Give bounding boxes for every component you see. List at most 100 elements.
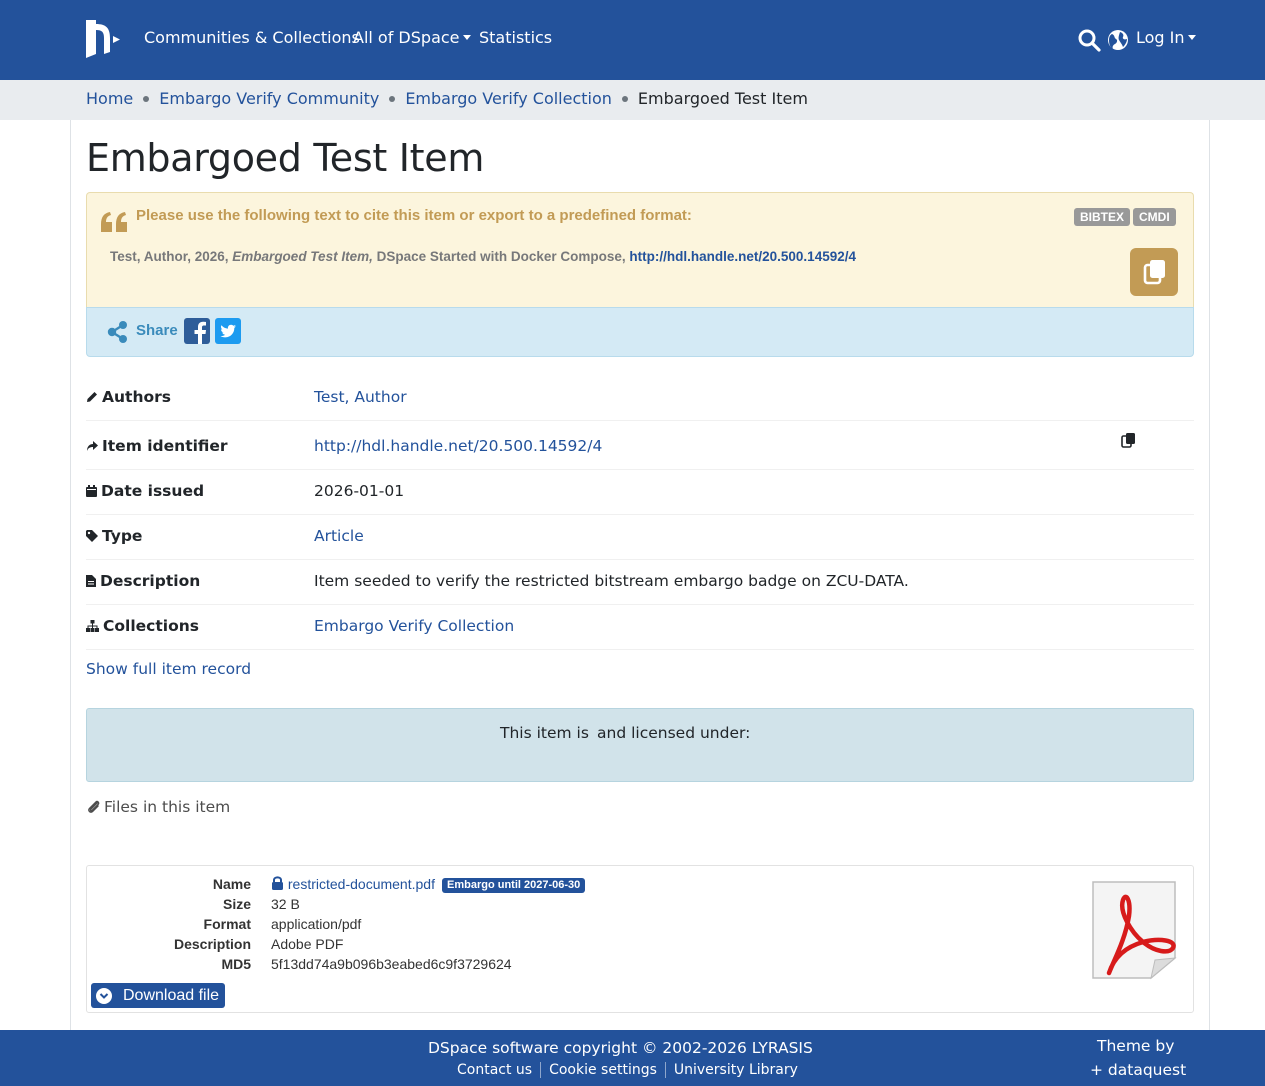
metadata-row-identifier: Item identifier http://hdl.handle.net/20… bbox=[86, 425, 1194, 470]
search-icon[interactable] bbox=[1077, 28, 1101, 52]
show-full-record-link[interactable]: Show full item record bbox=[86, 660, 251, 678]
share-bar bbox=[86, 307, 1194, 357]
pdf-file-icon[interactable] bbox=[1089, 878, 1179, 982]
metadata-key: Date issued bbox=[86, 482, 204, 500]
metadata-key-label: Authors bbox=[102, 388, 171, 406]
share-icon[interactable] bbox=[106, 320, 130, 344]
copy-citation-button[interactable] bbox=[1130, 248, 1178, 296]
breadcrumb-separator bbox=[143, 95, 150, 102]
footer-links: Contact us Cookie settings University Li… bbox=[457, 1062, 798, 1078]
file-description-value: Adobe PDF bbox=[271, 936, 344, 952]
copy-icon bbox=[1143, 260, 1165, 285]
description-value: Item seeded to verify the restricted bit… bbox=[314, 572, 909, 590]
download-file-button[interactable]: Download file bbox=[91, 983, 226, 1008]
citation-middle: DSpace Started with Docker Compose, bbox=[372, 249, 630, 264]
citation-title: Embargoed Test Item, bbox=[232, 249, 373, 264]
footer-contact-link[interactable]: Contact us bbox=[457, 1062, 532, 1078]
calendar-icon bbox=[86, 485, 97, 497]
theme-by-text: Theme by bbox=[1097, 1037, 1175, 1055]
date-issued-value: 2026-01-01 bbox=[314, 482, 405, 500]
metadata-key: Type bbox=[86, 527, 142, 545]
nav-communities-collections[interactable]: Communities & Collections bbox=[144, 28, 360, 52]
license-box bbox=[86, 708, 1194, 782]
metadata-key-label: Type bbox=[102, 527, 143, 545]
breadcrumb-collection[interactable]: Embargo Verify Collection bbox=[405, 89, 612, 108]
login-label: Log In bbox=[1136, 28, 1185, 47]
metadata-key: Description bbox=[86, 572, 200, 590]
file-md5-label: MD5 bbox=[221, 956, 251, 972]
author-link[interactable]: Test, Author bbox=[314, 388, 407, 406]
file-size-value: 32 B bbox=[271, 896, 300, 912]
footer-copyright: DSpace software copyright © 2002-2026 LY… bbox=[428, 1039, 813, 1057]
metadata-row-collections: Collections Embargo Verify Collection bbox=[86, 605, 1194, 650]
globe-icon[interactable] bbox=[1106, 28, 1130, 52]
file-icon bbox=[86, 575, 96, 587]
metadata-key-label: Description bbox=[100, 572, 201, 590]
cmdi-export-button[interactable]: CMDI bbox=[1133, 208, 1176, 226]
nav-all-of-dspace[interactable]: All of DSpace bbox=[353, 28, 471, 52]
nav-statistics[interactable]: Statistics bbox=[479, 28, 552, 52]
license-text-part2: and licensed under: bbox=[597, 724, 751, 742]
footer-cookie-settings-link[interactable]: Cookie settings bbox=[549, 1062, 657, 1078]
files-heading: Files in this item bbox=[86, 798, 230, 816]
citation-prefix: Test, Author, 2026, bbox=[110, 249, 233, 264]
license-text-part1: This item is bbox=[500, 724, 589, 742]
citation-handle-link[interactable]: http://hdl.handle.net/20.500.14592/4 bbox=[629, 249, 856, 264]
footer-divider bbox=[540, 1062, 542, 1078]
breadcrumb-separator bbox=[389, 95, 396, 102]
item-identifier-link[interactable]: http://hdl.handle.net/20.500.14592/4 bbox=[314, 437, 602, 455]
chevron-down-icon bbox=[1187, 35, 1196, 40]
metadata-key: Collections bbox=[86, 617, 199, 635]
copy-identifier-icon[interactable] bbox=[1120, 431, 1138, 449]
file-name-label: Name bbox=[212, 876, 251, 892]
metadata-row-authors: Authors Test, Author bbox=[86, 376, 1194, 421]
type-link[interactable]: Article bbox=[314, 527, 364, 545]
breadcrumb-community[interactable]: Embargo Verify Community bbox=[159, 89, 379, 108]
collection-link[interactable]: Embargo Verify Collection bbox=[314, 617, 514, 635]
share-arrow-icon bbox=[87, 441, 98, 451]
metadata-row-description: Description Item seeded to verify the re… bbox=[86, 560, 1194, 605]
file-md5-value: 5f13dd74a9b096b3eabed6c9f3729624 bbox=[271, 956, 512, 972]
chevron-down-circle-icon bbox=[96, 987, 112, 1004]
file-format-label: Format bbox=[203, 916, 251, 932]
metadata-key-label: Item identifier bbox=[102, 437, 228, 455]
chevron-down-icon bbox=[462, 35, 471, 40]
dspace-logo-icon[interactable] bbox=[84, 18, 124, 60]
citation-text: Test, Author, 2026, Embargoed Test Item,… bbox=[110, 249, 856, 264]
tag-icon bbox=[86, 530, 98, 542]
file-name-link[interactable]: restricted-document.pdf bbox=[288, 876, 435, 892]
file-format-value: application/pdf bbox=[271, 916, 362, 932]
breadcrumb-current: Embargoed Test Item bbox=[637, 89, 808, 108]
files-heading-label: Files in this item bbox=[104, 798, 231, 816]
nav-all-of-dspace-label: All of DSpace bbox=[353, 28, 460, 47]
metadata-key: Authors bbox=[86, 388, 171, 406]
share-label[interactable]: Share bbox=[136, 322, 178, 339]
metadata-row-type: Type Article bbox=[86, 515, 1194, 560]
breadcrumb-separator bbox=[621, 95, 628, 102]
file-card bbox=[86, 865, 1194, 1013]
footer-university-library-link[interactable]: University Library bbox=[674, 1062, 798, 1078]
facebook-icon[interactable] bbox=[184, 318, 210, 344]
file-size-label: Size bbox=[222, 896, 251, 912]
sitemap-icon bbox=[86, 620, 99, 632]
embargo-badge: Embargo until 2027-06-30 bbox=[442, 878, 586, 893]
file-name-value: restricted-document.pdf bbox=[271, 876, 435, 892]
metadata-key-label: Collections bbox=[103, 617, 199, 635]
file-description-label: Description bbox=[173, 936, 251, 952]
quote-icon bbox=[101, 212, 127, 232]
metadata-key-label: Date issued bbox=[101, 482, 205, 500]
paperclip-icon bbox=[88, 800, 100, 813]
bibtex-export-button[interactable]: BIBTEX bbox=[1074, 208, 1131, 226]
footer-divider bbox=[664, 1062, 666, 1078]
breadcrumb-home[interactable]: Home bbox=[86, 89, 133, 108]
download-file-label: Download file bbox=[123, 987, 220, 1004]
breadcrumb: Home Embargo Verify Community Embargo Ve… bbox=[86, 89, 808, 108]
page-title: Embargoed Test Item bbox=[86, 136, 485, 180]
lock-icon bbox=[272, 876, 283, 890]
citation-heading: Please use the following text to cite th… bbox=[136, 207, 692, 224]
twitter-icon[interactable] bbox=[215, 318, 241, 344]
theme-author-link[interactable]: + dataquest bbox=[1090, 1061, 1186, 1079]
pencil-icon bbox=[87, 392, 97, 402]
login-button[interactable]: Log In bbox=[1136, 28, 1196, 52]
metadata-key: Item identifier bbox=[86, 437, 228, 455]
